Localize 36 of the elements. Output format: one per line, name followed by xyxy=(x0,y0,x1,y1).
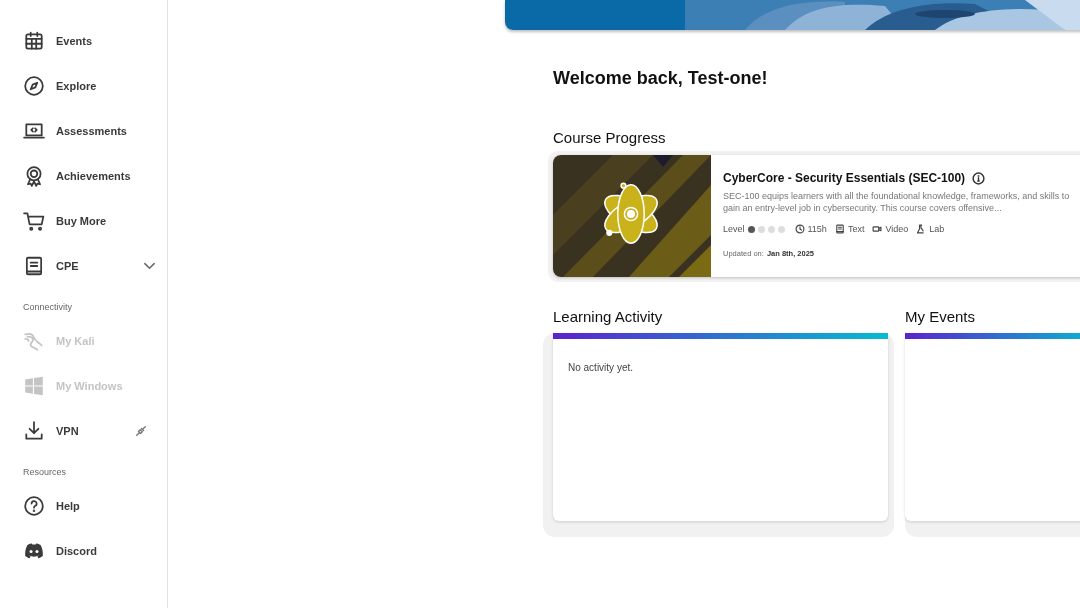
download-icon xyxy=(23,419,45,442)
format-label: Text xyxy=(847,224,865,234)
section-heading: Connectivity xyxy=(22,301,74,314)
sidebar-item[interactable]: Discord xyxy=(0,528,167,573)
sidebar-item[interactable]: CPE xyxy=(0,243,167,288)
sidebar-item[interactable]: Assessments xyxy=(0,108,167,153)
info-icon[interactable] xyxy=(972,171,986,185)
course-title: CyberCore - Security Essentials (SEC-100) xyxy=(723,171,966,185)
format-label: Video xyxy=(885,224,909,234)
compass-icon xyxy=(23,74,45,97)
flask-icon xyxy=(916,224,927,234)
empty-message: No activity yet. xyxy=(567,361,635,373)
video-camera-icon xyxy=(872,224,883,234)
sidebar-item[interactable]: Explore xyxy=(0,63,167,108)
sidebar-item[interactable]: Events xyxy=(0,18,167,63)
clock-icon xyxy=(794,224,805,234)
format-label: Lab xyxy=(929,224,945,234)
section-heading: Resources xyxy=(22,466,68,479)
calendar-icon xyxy=(23,29,45,52)
section-heading: My Events xyxy=(905,308,977,327)
document-icon xyxy=(834,224,845,234)
cart-icon xyxy=(23,209,45,232)
book-icon xyxy=(23,254,45,277)
course-card[interactable] xyxy=(553,155,1080,277)
sidebar-item[interactable]: Achievements xyxy=(0,153,167,198)
section-heading: Course Progress xyxy=(553,129,667,148)
course-description: SEC-100 equips learners with all the foundational knowledge, frameworks, and skills to gain an entry-level job in cybersecurity. This course covers offensive... xyxy=(723,190,1071,214)
duration-text: 115h xyxy=(807,224,827,234)
level-label: Level xyxy=(723,224,745,234)
welcome-heading: Welcome back, Test-one! xyxy=(553,68,769,89)
sidebar-item[interactable]: Help xyxy=(0,483,167,528)
sidebar-item[interactable]: Buy More xyxy=(0,198,167,243)
section-heading: Learning Activity xyxy=(553,308,664,327)
windows-icon xyxy=(23,374,45,397)
sidebar-item[interactable]: VPN xyxy=(0,408,167,453)
help-icon xyxy=(23,494,45,517)
